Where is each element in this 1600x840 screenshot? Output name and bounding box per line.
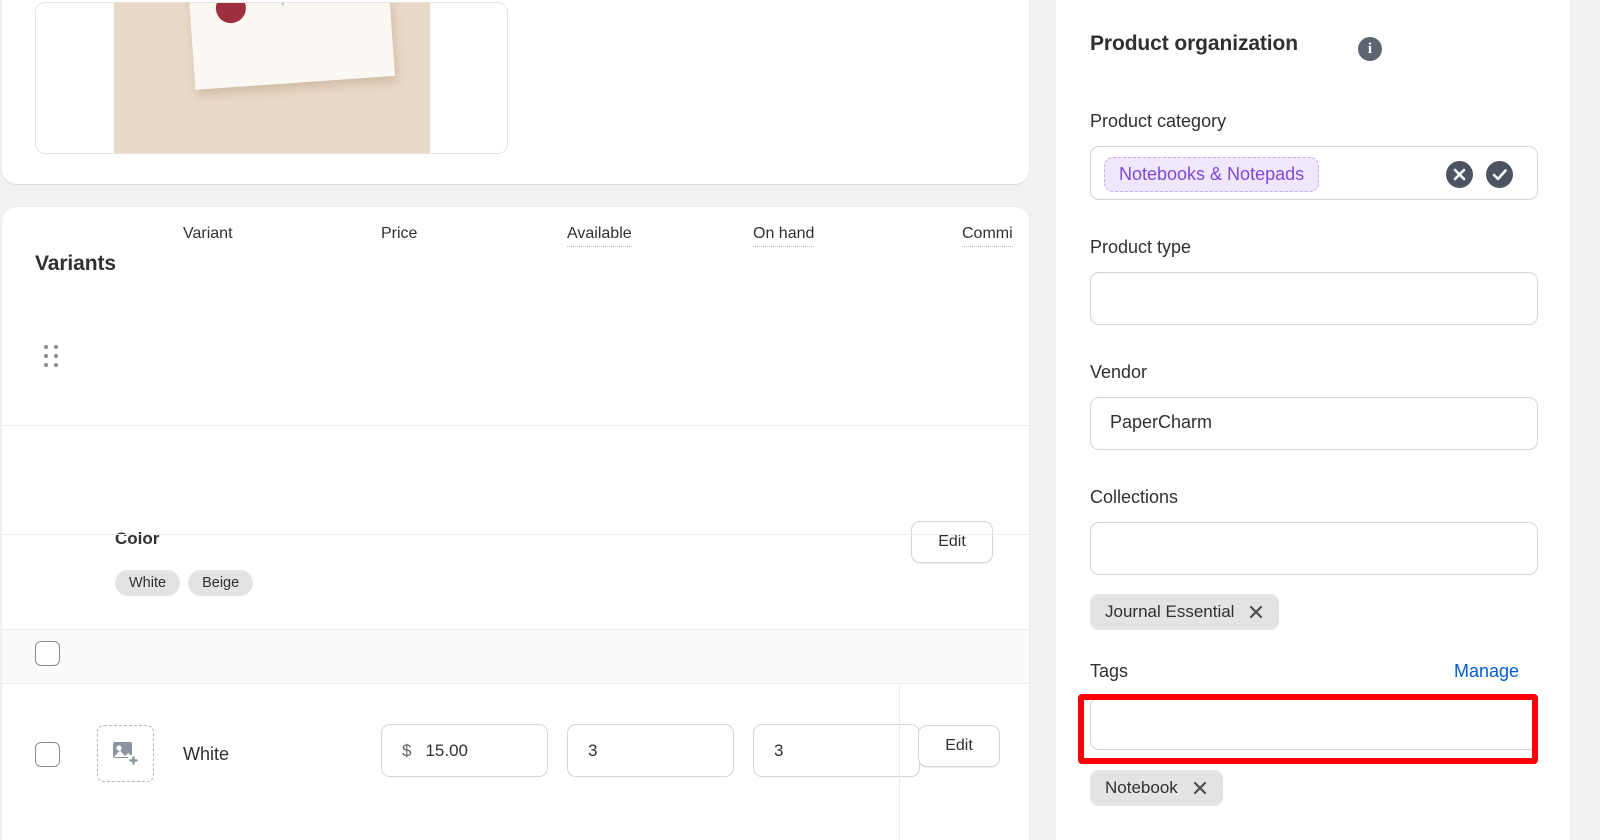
close-glyph — [1250, 605, 1263, 619]
table-sticky-divider — [899, 684, 900, 840]
check-circle-icon[interactable] — [1486, 161, 1513, 188]
variants-card: Variants Color White Beige Edit Add anot… — [2, 207, 1029, 840]
check-circle-glyph — [1492, 169, 1507, 181]
option-divider — [2, 425, 1029, 426]
product-type-input[interactable] — [1090, 272, 1538, 325]
select-all-checkbox[interactable] — [35, 641, 60, 666]
variants-title: Variants — [35, 252, 116, 275]
product-type-label: Product type — [1090, 237, 1192, 257]
vendor-value: PaperCharm — [1110, 412, 1213, 432]
product-category-label: Product category — [1090, 111, 1227, 131]
tag-token: Notebook — [1090, 770, 1223, 806]
media-card — [2, 0, 1029, 184]
close-glyph — [1193, 781, 1206, 795]
close-circle-glyph — [1453, 168, 1466, 181]
tags-input[interactable] — [1090, 697, 1538, 750]
product-image[interactable] — [114, 3, 430, 153]
row-variant-name: White — [183, 744, 230, 764]
edit-variant-button[interactable]: Edit — [918, 725, 1000, 767]
add-option-divider — [2, 534, 1029, 535]
currency-symbol: $ — [402, 740, 412, 760]
manage-tags-link[interactable]: Manage — [1454, 661, 1519, 682]
close-icon[interactable] — [1192, 780, 1208, 796]
option-name: Color — [115, 529, 160, 548]
edit-option-button[interactable]: Edit — [911, 521, 993, 563]
collections-input[interactable] — [1090, 522, 1538, 575]
drag-dots-icon[interactable] — [44, 345, 60, 369]
info-icon[interactable]: i — [1358, 37, 1382, 61]
close-circle-icon[interactable] — [1446, 161, 1473, 188]
option-value-chip[interactable]: Beige — [188, 570, 254, 596]
media-thumbnail-frame[interactable] — [35, 2, 508, 154]
row-select-checkbox[interactable] — [35, 742, 60, 767]
close-icon[interactable] — [1248, 604, 1264, 620]
option-value-chip[interactable]: White — [115, 570, 181, 596]
page-title: Product organization — [1090, 32, 1299, 55]
add-image-icon[interactable] — [97, 725, 154, 782]
column-header-price: Price — [381, 225, 418, 242]
notebook-cover-art — [185, 3, 395, 90]
available-input[interactable]: 3 — [567, 724, 734, 777]
collection-token-label: Journal Essential — [1105, 602, 1235, 621]
available-value: 3 — [588, 740, 598, 760]
left-column: Variants Color White Beige Edit Add anot… — [0, 0, 1029, 840]
on-hand-value: 3 — [774, 740, 784, 760]
product-category-chip[interactable]: Notebooks & Notepads — [1104, 157, 1320, 192]
variants-table-header — [2, 629, 1029, 684]
tag-token-label: Notebook — [1105, 778, 1178, 797]
tags-label: Tags — [1090, 661, 1129, 681]
product-edit-page: Variants Color White Beige Edit Add anot… — [0, 0, 1600, 840]
vendor-label: Vendor — [1090, 362, 1148, 382]
product-organization-card: Product organization i Product category … — [1056, 0, 1570, 840]
option-values: White Beige — [115, 570, 254, 596]
price-input[interactable]: $ 15.00 — [381, 724, 548, 777]
column-header-available: Available — [567, 225, 632, 247]
column-header-variant: Variant — [183, 225, 233, 242]
collections-label: Collections — [1090, 487, 1179, 507]
column-header-on-hand: On hand — [753, 225, 815, 247]
on-hand-input[interactable]: 3 — [753, 724, 920, 777]
column-header-committed: Commi — [962, 225, 1013, 247]
add-image-glyph — [112, 741, 139, 766]
price-value: 15.00 — [425, 740, 469, 760]
collection-token: Journal Essential — [1090, 594, 1280, 630]
